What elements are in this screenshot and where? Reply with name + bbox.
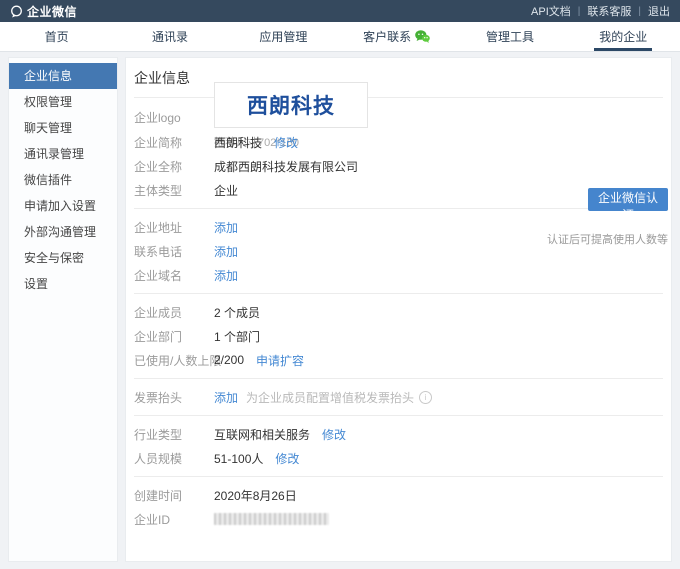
tab-home[interactable]: 首页 [0,22,113,51]
company-id-row: 企业ID [134,507,663,531]
logout-link[interactable]: 退出 [648,3,670,19]
request-expansion-link[interactable]: 申请扩容 [256,352,304,369]
field-value: 2020年8月26日 [214,487,297,504]
tab-customer-contact[interactable]: 客户联系 [340,22,453,51]
tab-my-company-label: 我的企业 [599,28,647,45]
invoice-title-row: 发票抬头添加为企业成员配置增值税发票抬头 [134,385,663,409]
field-value: 成都西朗科技发展有限公司 [214,158,358,175]
field-note: 为企业成员配置增值税发票抬头 [246,389,414,406]
field-value: 1 个部门 [214,328,260,345]
sidebar-item-settings[interactable]: 设置 [9,271,117,297]
company-full-name-row: 企业全称成都西朗科技发展有限公司 [134,154,663,178]
primary-nav: 首页 通讯录 应用管理 客户联系 管理工具 我的企业 [0,22,680,52]
verify-benefit-hint: 认证后可提高使用人数等 [547,231,668,247]
sidebar-item-external-comm[interactable]: 外部沟通管理 [9,219,117,245]
field-label: 企业域名 [134,267,214,284]
api-docs-link[interactable]: API文档 [531,3,571,19]
wecom-verify-button[interactable]: 企业微信认证 [588,188,668,211]
field-label: 企业部门 [134,328,214,345]
field-value: 互联网和相关服务 [214,426,310,443]
sidebar-item-wechat-plugin[interactable]: 微信插件 [9,167,117,193]
wecom-bubble-icon [10,5,23,18]
tab-admin-tools-label: 管理工具 [486,28,534,45]
tab-contacts[interactable]: 通讯录 [113,22,226,51]
field-value: 企业 [214,182,238,199]
topbar: 企业微信 API文档 | 联系客服 | 退出 [0,0,680,22]
field-label: 企业成员 [134,304,214,321]
contact-support-link[interactable]: 联系客服 [587,3,631,19]
field-value: 西朗科技 [214,134,262,151]
edit-staff-size-link[interactable]: 修改 [275,450,299,467]
divider [134,476,663,477]
field-label: 发票抬头 [134,389,214,406]
field-label: 企业地址 [134,219,214,236]
created-date-row: 创建时间2020年8月26日 [134,483,663,507]
tab-my-company[interactable]: 我的企业 [567,22,680,51]
divider [134,293,663,294]
add-domain-link[interactable]: 添加 [214,267,238,284]
field-value: 51-100人 [214,450,263,467]
field-label: 人员规模 [134,450,214,467]
tab-app-management-label: 应用管理 [259,28,307,45]
add-address-link[interactable]: 添加 [214,219,238,236]
topbar-links: API文档 | 联系客服 | 退出 [531,3,670,19]
tab-contacts-label: 通讯录 [152,28,188,45]
department-count-row: 企业部门1 个部门 [134,324,663,348]
edit-industry-link[interactable]: 修改 [322,426,346,443]
field-label: 联系电话 [134,243,214,260]
sidebar-item-chat-management[interactable]: 聊天管理 [9,115,117,141]
field-label: 行业类型 [134,426,214,443]
field-label: 创建时间 [134,487,214,504]
tab-app-management[interactable]: 应用管理 [227,22,340,51]
staff-size-row: 人员规模51-100人修改 [134,446,663,470]
sidebar-item-join-settings[interactable]: 申请加入设置 [9,193,117,219]
tab-customer-contact-label: 客户联系 [363,28,411,45]
sidebar-item-company-info[interactable]: 企业信息 [9,63,117,89]
field-value: 2/200 [214,353,244,367]
sidebar-item-contacts-management[interactable]: 通讯录管理 [9,141,117,167]
add-invoice-title-link[interactable]: 添加 [214,389,238,406]
company-logo-row: 企业logo 西朗科技 推荐尺寸702*180 [134,106,663,130]
field-label: 企业ID [134,511,214,528]
sidebar-item-permissions[interactable]: 权限管理 [9,89,117,115]
divider [134,378,663,379]
company-short-name-row: 企业简称西朗科技修改 [134,130,663,154]
info-icon[interactable] [419,391,432,404]
industry-type-row: 行业类型互联网和相关服务修改 [134,422,663,446]
masked-company-id [214,513,329,525]
wechat-bubbles-icon [415,30,430,43]
field-label: 主体类型 [134,182,214,199]
sidebar-item-security[interactable]: 安全与保密 [9,245,117,271]
field-value: 2 个成员 [214,304,260,321]
seat-usage-row: 已使用/人数上限2/200 申请扩容 [134,348,663,372]
member-count-row: 企业成员2 个成员 [134,300,663,324]
verification-box: 企业微信认证 认证后可提高使用人数等 [547,188,668,247]
company-domain-row: 企业域名添加 [134,263,663,287]
company-logo[interactable]: 西朗科技 [214,82,368,128]
field-label: 企业简称 [134,134,214,151]
edit-short-name-link[interactable]: 修改 [274,134,298,151]
field-label: 企业全称 [134,158,214,175]
company-logo-text: 西朗科技 [247,90,335,120]
field-label: 已使用/人数上限 [134,352,214,369]
separator: | [578,6,581,17]
tab-home-label: 首页 [45,28,69,45]
company-info-panel: 企业信息 企业logo 西朗科技 推荐尺寸702*180 企业简称西朗科技修改企… [125,57,672,562]
tab-admin-tools[interactable]: 管理工具 [453,22,566,51]
wecom-admin-page: 企业微信 API文档 | 联系客服 | 退出 首页 通讯录 应用管理 客户联系 管理工具 我的企业… [0,0,680,569]
add-phone-link[interactable]: 添加 [214,243,238,260]
settings-sidebar: 企业信息权限管理聊天管理通讯录管理微信插件申请加入设置外部沟通管理安全与保密设置 [8,57,118,562]
brand-name: 企业微信 [27,3,77,20]
separator: | [638,6,641,17]
divider [134,415,663,416]
brand: 企业微信 [10,3,77,20]
